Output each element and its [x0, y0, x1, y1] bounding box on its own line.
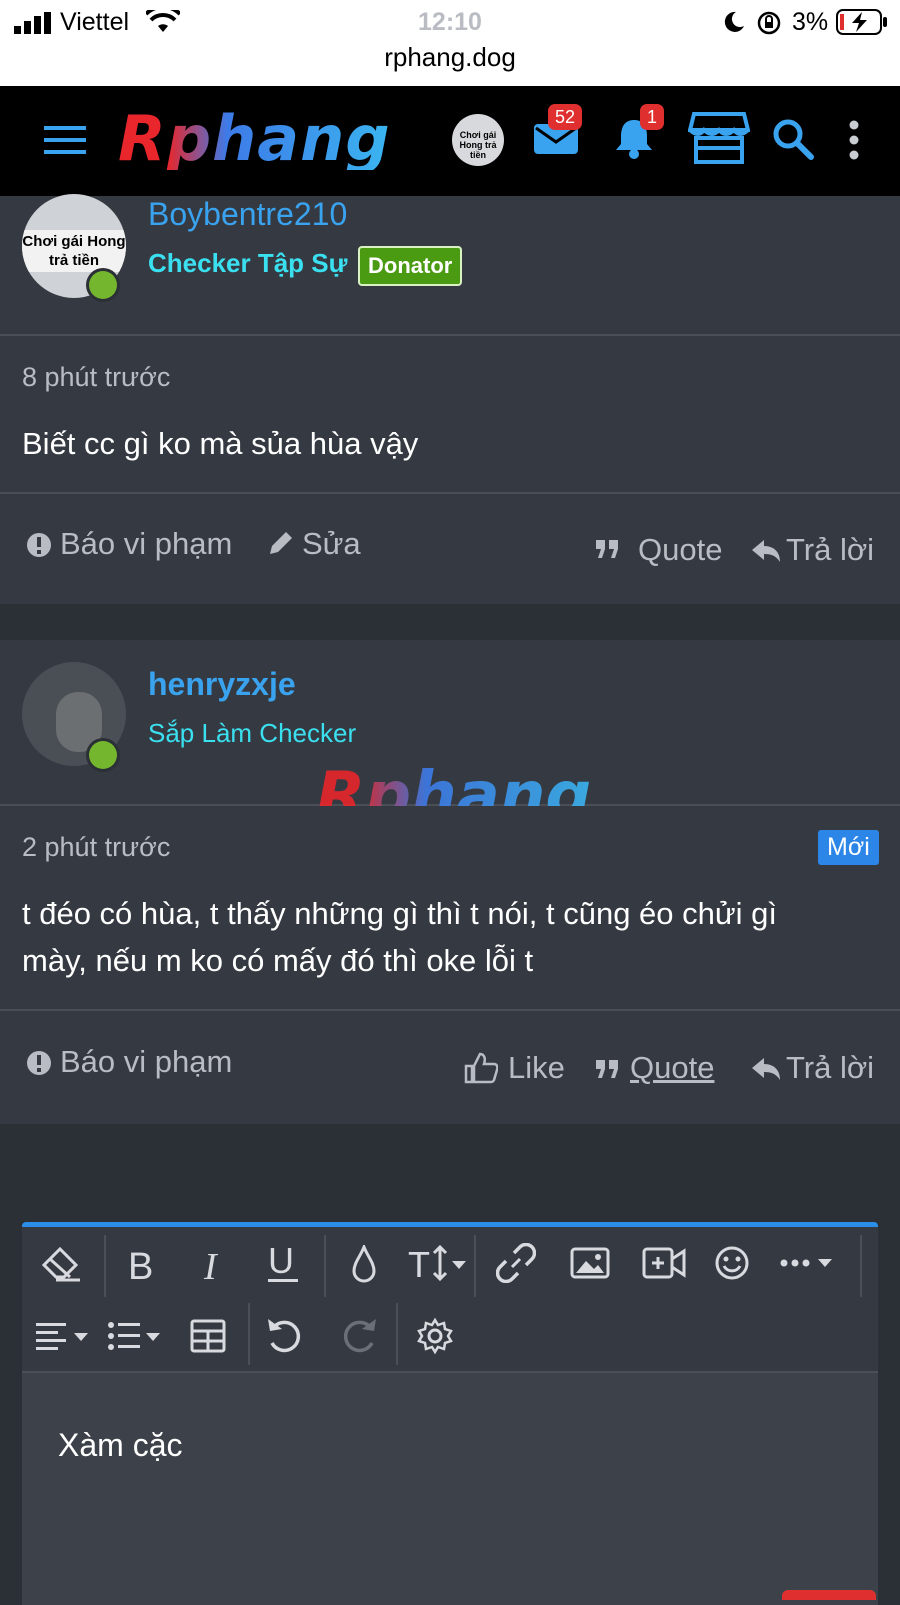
svg-text:I: I [203, 1246, 219, 1285]
redo-icon[interactable] [342, 1317, 378, 1355]
post-1-report-label[interactable]: Báo vi phạm [60, 526, 232, 562]
post-1-avatar-text: Chơi gái Hong trả tiền [22, 230, 126, 272]
battery-charging-icon [836, 9, 887, 35]
settings-gear-icon[interactable] [416, 1317, 454, 1355]
new-post-badge: Mới [818, 830, 879, 865]
post-2-message-line1: t đéo có hùa, t thấy những gì thì t nói,… [22, 896, 777, 931]
report-icon[interactable] [26, 1050, 52, 1076]
link-icon[interactable] [496, 1243, 536, 1283]
more-options-icon[interactable] [848, 120, 860, 160]
inbox-count-badge: 52 [548, 104, 583, 130]
post-1-message: Biết cc gì ko mà sủa hùa vậy [22, 426, 419, 461]
reply-arrow-icon[interactable] [752, 1058, 780, 1082]
font-size-icon[interactable]: T [408, 1243, 468, 1283]
align-icon[interactable] [36, 1319, 94, 1355]
header-avatar[interactable]: Chơi gái Hong trả tiền [452, 114, 504, 166]
alerts-count-badge: 1 [640, 104, 665, 130]
battery-percent: 3% [792, 8, 829, 36]
rotation-lock-icon [757, 11, 781, 35]
post-2-username[interactable]: henryzxje [148, 666, 296, 703]
toolbar-separator [324, 1235, 326, 1297]
editor-content[interactable]: Xàm cặc [58, 1427, 182, 1464]
post-1-reply-label[interactable]: Trả lời [786, 532, 874, 568]
post-1-time[interactable]: 8 phút trước [22, 362, 170, 393]
toolbar-separator [474, 1235, 476, 1297]
post-1-user-title: Checker Tập Sự [148, 248, 348, 278]
post-2-report-label[interactable]: Báo vi phạm [60, 1044, 232, 1080]
quote-icon[interactable] [596, 540, 620, 560]
post-1-donator-banner: Donator [358, 246, 463, 286]
toolbar-separator [396, 1303, 398, 1365]
post-1-quote-label[interactable]: Quote [638, 532, 722, 568]
moon-icon [724, 11, 744, 32]
bold-icon[interactable]: B [126, 1245, 156, 1285]
search-icon[interactable] [772, 118, 814, 160]
store-icon[interactable] [688, 110, 750, 166]
underline-icon[interactable]: U [266, 1241, 300, 1285]
post-2-reply-label[interactable]: Trả lời [786, 1050, 874, 1086]
svg-text:U: U [268, 1241, 294, 1281]
post-2-quote-label[interactable]: Quote [630, 1050, 714, 1086]
post-2-divider [0, 1009, 900, 1011]
header-avatar-text: Chơi gái Hong trả tiền [459, 130, 497, 160]
post-reply-button[interactable] [782, 1590, 876, 1600]
undo-icon[interactable] [266, 1317, 302, 1355]
toolbar-separator [860, 1235, 862, 1297]
media-video-icon[interactable] [642, 1247, 686, 1279]
site-header: Rphang Chơi gái Hong trả tiền 52 1 [0, 86, 900, 196]
list-icon[interactable] [108, 1319, 166, 1355]
table-icon[interactable] [190, 1319, 226, 1355]
edit-pencil-icon[interactable] [268, 530, 294, 556]
editor-input-area[interactable] [22, 1373, 878, 1605]
post-2-online-indicator [86, 738, 120, 772]
status-bar: Viettel 12:10 3% rphang.dog [0, 0, 900, 86]
report-icon [27, 533, 51, 557]
post-1-divider [0, 492, 900, 494]
like-thumb-icon[interactable] [464, 1052, 498, 1084]
clear-format-eraser-icon[interactable] [42, 1247, 82, 1283]
hamburger-menu-icon[interactable] [44, 124, 86, 156]
post-1-username[interactable]: Boybentre210 [148, 196, 347, 233]
post-1-edit-label[interactable]: Sửa [302, 526, 361, 562]
post-2-like-label[interactable]: Like [508, 1050, 565, 1086]
italic-icon[interactable]: I [200, 1245, 230, 1285]
address-bar-url[interactable]: rphang.dog [0, 42, 900, 73]
svg-text:T: T [408, 1244, 430, 1283]
post-2-user-title: Sắp Làm Checker [148, 718, 357, 748]
quote-icon[interactable] [596, 1060, 620, 1080]
post-1-online-indicator [86, 268, 120, 302]
site-logo[interactable]: Rphang [118, 108, 391, 170]
reply-editor: B I U T Xàm cặc [22, 1222, 878, 1605]
image-icon[interactable] [570, 1247, 610, 1279]
post-2-time[interactable]: 2 phút trước [22, 832, 170, 863]
emoji-smiley-icon[interactable] [714, 1245, 750, 1281]
svg-text:B: B [128, 1246, 153, 1285]
toolbar-separator [104, 1235, 106, 1297]
reply-arrow-icon[interactable] [752, 540, 780, 564]
more-tools-icon[interactable] [780, 1255, 838, 1271]
post-2-message-line2: mày, nếu m ko có mấy đó thì oke lỗi t [22, 943, 534, 978]
text-color-drop-icon[interactable] [350, 1245, 378, 1283]
toolbar-separator [248, 1303, 250, 1365]
